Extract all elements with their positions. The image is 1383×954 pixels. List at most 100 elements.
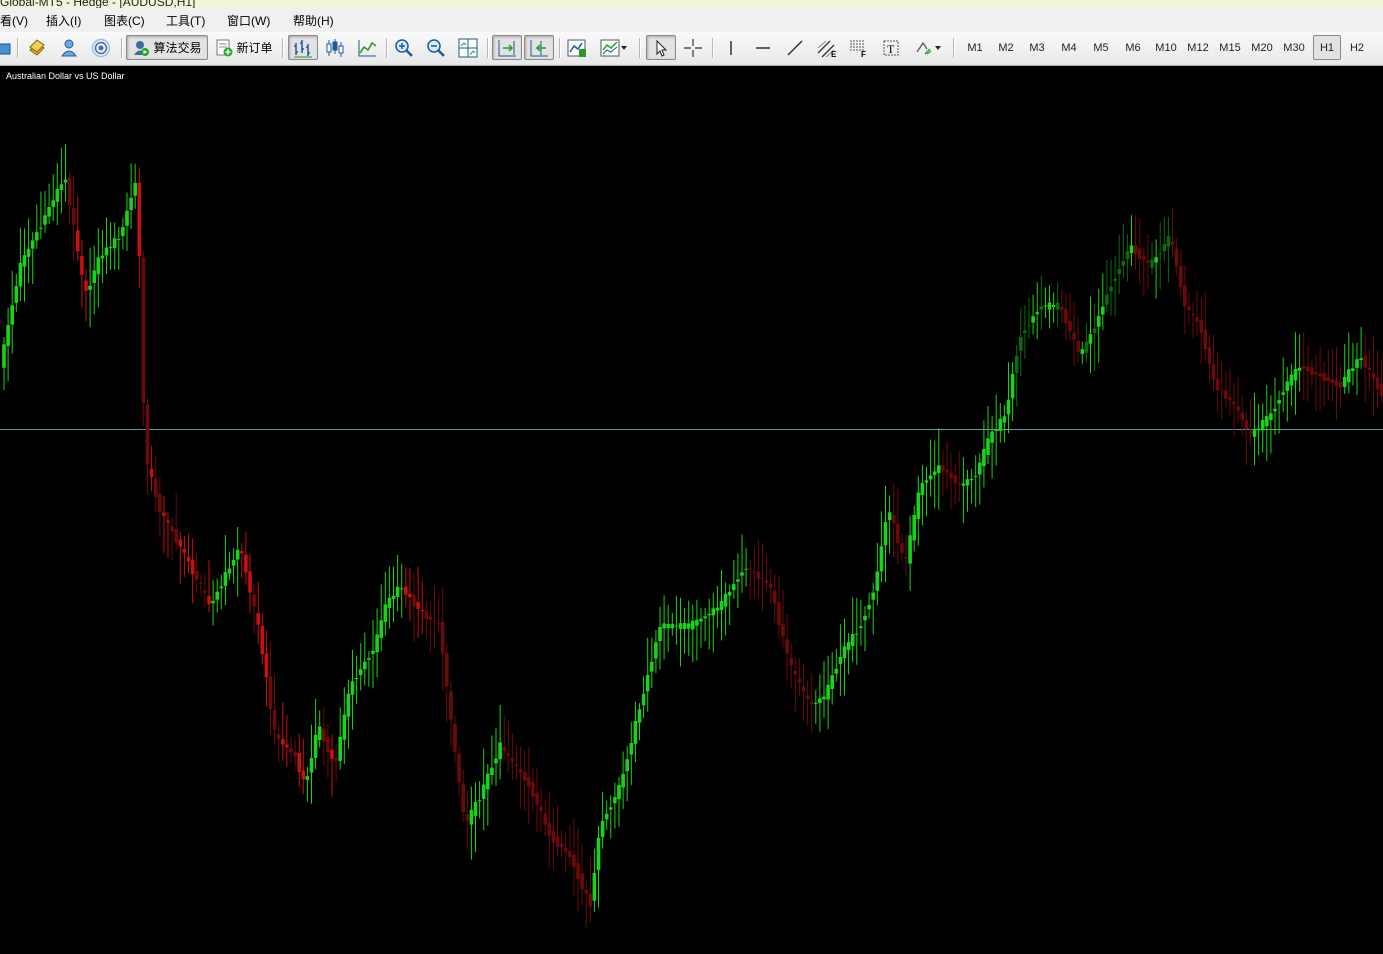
bull-candle <box>391 566 396 622</box>
bull-candle <box>834 648 839 682</box>
bull-candle <box>63 144 68 202</box>
bear-candle <box>84 269 88 322</box>
bull-candle <box>924 467 929 516</box>
bull-candle <box>871 582 875 635</box>
bull-candle <box>658 606 662 670</box>
bull-candle <box>937 428 941 510</box>
bull-candle <box>1047 285 1052 329</box>
navigator-button[interactable] <box>57 35 81 60</box>
timeframe-m15[interactable]: M15 <box>1216 35 1244 60</box>
trendline-button[interactable] <box>781 35 809 60</box>
bull-candle <box>108 222 113 270</box>
bull-candle <box>1080 341 1085 364</box>
bear-candle <box>285 715 289 768</box>
bull-candle <box>838 624 843 697</box>
bear-candle <box>1199 297 1203 365</box>
bull-candle <box>617 776 621 827</box>
price-chart[interactable]: Australian Dollar vs US Dollar <box>0 66 1383 954</box>
bull-candle <box>736 553 740 609</box>
menu-tools[interactable]: 工具(T) <box>166 12 205 29</box>
menu-bar: 看(V) 插入(I) 图表(C) 工具(T) 窗口(W) 帮助(H) <box>0 8 1383 33</box>
equidistant-channel-button[interactable]: E <box>813 35 841 60</box>
bull-candle <box>1027 297 1031 339</box>
bear-candle <box>531 768 535 811</box>
bull-candle <box>916 475 921 546</box>
fibonacci-button[interactable]: F <box>845 35 873 60</box>
signals-button[interactable] <box>89 35 113 60</box>
menu-view[interactable]: 看(V) <box>0 12 28 29</box>
menu-charts[interactable]: 图表(C) <box>104 12 145 29</box>
timeframe-m2[interactable]: M2 <box>992 35 1020 60</box>
timeframe-h2[interactable]: H2 <box>1343 35 1371 60</box>
timeframe-h1[interactable]: H1 <box>1313 35 1341 60</box>
algo-trading-button[interactable]: 算法交易 <box>126 35 208 60</box>
bear-candle <box>436 596 441 634</box>
shapes-button[interactable] <box>909 35 947 60</box>
bear-candle <box>576 827 580 912</box>
bull-candle <box>395 555 400 612</box>
bear-candle <box>166 512 170 558</box>
bull-candle <box>227 551 232 580</box>
bear-candle <box>789 644 793 689</box>
bear-candle <box>764 555 769 594</box>
menu-help[interactable]: 帮助(H) <box>293 12 334 29</box>
bear-candle <box>904 535 908 577</box>
bull-candle <box>920 464 925 526</box>
candlestick-button[interactable] <box>320 35 350 60</box>
bull-candle <box>309 724 314 804</box>
indicators-button[interactable] <box>563 35 591 60</box>
timeframe-m30[interactable]: M30 <box>1280 35 1308 60</box>
bar-chart-button[interactable] <box>288 35 318 60</box>
new-order-button[interactable]: 新订单 <box>211 35 277 60</box>
templates-button[interactable] <box>595 35 633 60</box>
timeframe-m5[interactable]: M5 <box>1087 35 1115 60</box>
market-watch-button[interactable] <box>25 35 49 60</box>
crosshair-tool-button[interactable] <box>679 35 707 60</box>
bear-candle <box>773 574 777 623</box>
timeframe-m4[interactable]: M4 <box>1055 35 1083 60</box>
timeframe-m3[interactable]: M3 <box>1023 35 1051 60</box>
zoom-in-button[interactable] <box>390 35 418 60</box>
timeframe-m10[interactable]: M10 <box>1152 35 1180 60</box>
bear-candle <box>420 580 424 634</box>
vertical-line-button[interactable] <box>717 35 745 60</box>
line-chart-button[interactable] <box>352 35 382 60</box>
menu-insert[interactable]: 插入(I) <box>46 12 81 29</box>
chart-shift-button[interactable] <box>524 35 554 60</box>
bear-candle <box>572 818 576 896</box>
bull-candle <box>674 596 679 645</box>
text-tool-button[interactable]: T <box>877 35 905 60</box>
bull-candle <box>18 227 23 302</box>
auto-scroll-button[interactable] <box>492 35 522 60</box>
bull-candle <box>342 687 347 764</box>
bear-candle <box>1178 249 1183 298</box>
bear-candle <box>252 584 256 635</box>
tile-windows-button[interactable] <box>454 35 482 60</box>
bull-candle <box>830 652 834 705</box>
bull-candle <box>850 597 855 663</box>
line-chart-icon <box>358 39 377 56</box>
bear-candle <box>170 517 174 561</box>
bull-candle <box>1260 403 1265 453</box>
bull-candle <box>104 217 109 274</box>
bear-candle <box>957 451 962 502</box>
zoom-out-button[interactable] <box>422 35 450 60</box>
candlestick-chart[interactable] <box>0 66 1383 954</box>
timeframe-m20[interactable]: M20 <box>1248 35 1276 60</box>
bull-candle <box>43 190 47 233</box>
bear-candle <box>1236 377 1240 423</box>
menu-window[interactable]: 窗口(W) <box>227 12 270 29</box>
bull-candle <box>473 782 478 852</box>
chevron-down-icon <box>621 45 627 50</box>
timeframe-m12[interactable]: M12 <box>1184 35 1212 60</box>
horizontal-line-button[interactable] <box>749 35 777 60</box>
timeframe-m1[interactable]: M1 <box>961 35 989 60</box>
profiles-button[interactable] <box>0 35 14 60</box>
bull-candle <box>744 548 748 587</box>
bull-candle <box>1051 292 1056 323</box>
bull-candle <box>350 650 355 730</box>
timeframe-m6[interactable]: M6 <box>1119 35 1147 60</box>
bull-candle <box>1055 282 1060 328</box>
cursor-tool-button[interactable] <box>646 35 676 60</box>
bull-candle <box>1125 234 1130 282</box>
